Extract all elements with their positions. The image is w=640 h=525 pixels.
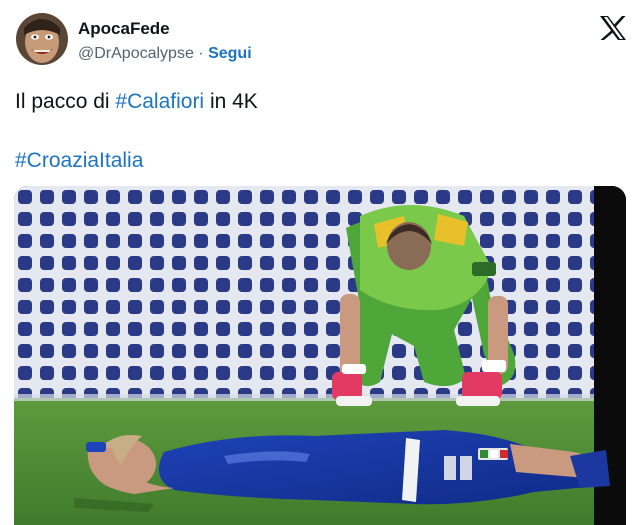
tweet-line-2: #CroaziaItalia <box>15 147 615 175</box>
hashtag-croazia-italia[interactable]: #CroaziaItalia <box>15 149 143 172</box>
tweet-text-start: Il pacco di <box>15 90 116 113</box>
tweet-text: Il pacco di #Calafiori in 4K #CroaziaIta… <box>15 88 615 175</box>
follow-button[interactable]: Segui <box>208 45 252 62</box>
display-name[interactable]: ApocaFede <box>78 19 170 39</box>
hashtag-calafiori[interactable]: #Calafiori <box>115 90 204 113</box>
handle-row: @DrApocalypse · Segui <box>78 45 252 63</box>
avatar-image <box>16 13 68 65</box>
tweet-line-1: Il pacco di #Calafiori in 4K <box>15 88 615 116</box>
user-handle[interactable]: @DrApocalypse <box>78 45 194 62</box>
tweet-media[interactable] <box>14 186 626 525</box>
tweet-text-end: in 4K <box>204 90 258 113</box>
tweet-header: ApocaFede @DrApocalypse · Segui <box>0 0 640 80</box>
tweet-photo <box>14 186 626 525</box>
line-break <box>15 116 615 147</box>
separator-dot: · <box>198 45 204 62</box>
x-logo-icon[interactable] <box>599 15 627 41</box>
avatar[interactable] <box>16 13 68 65</box>
